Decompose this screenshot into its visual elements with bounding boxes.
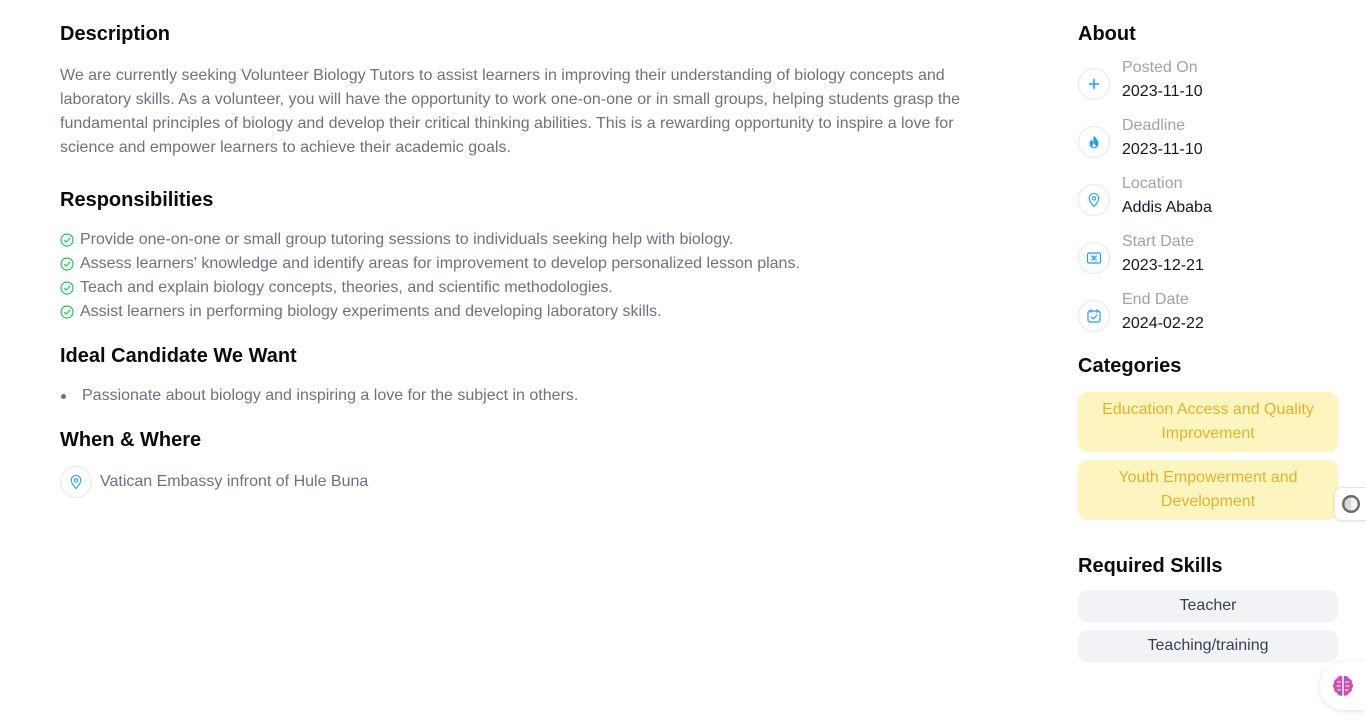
about-label: End Date — [1122, 291, 1189, 308]
about-value: 2023-11-10 — [1122, 141, 1203, 158]
check-circle-icon — [60, 233, 74, 247]
ideal-candidate-item: Passionate about biology and inspiring a… — [60, 384, 1000, 408]
about-label: Deadline — [1122, 117, 1186, 134]
skills-list: Teacher Teaching/training — [1078, 590, 1338, 662]
required-skills-heading: Required Skills — [1078, 555, 1223, 577]
ideal-candidate-list: Passionate about biology and inspiring a… — [60, 384, 1000, 408]
responsibility-text: Teach and explain biology concepts, theo… — [80, 279, 613, 296]
responsibilities-list: Provide one-on-one or small group tutori… — [60, 228, 1000, 324]
main-content: Description We are currently seeking Vol… — [60, 20, 1000, 498]
about-heading: About — [1078, 23, 1136, 45]
about-posted-on: Posted On 2023-11-10 — [1078, 56, 1338, 104]
calendar-check-icon — [1078, 300, 1110, 332]
responsibility-text: Assist learners in performing biology ex… — [80, 303, 662, 320]
map-pin-icon — [1078, 184, 1110, 216]
flame-icon — [1078, 126, 1110, 158]
about-value: 2023-12-21 — [1122, 257, 1204, 274]
skill-chip[interactable]: Teaching/training — [1078, 630, 1338, 662]
check-circle-icon — [60, 257, 74, 271]
bullet-dot — [61, 394, 66, 399]
plus-circle-icon — [1078, 68, 1110, 100]
responsibility-item: Assess learners' knowledge and identify … — [60, 252, 1000, 276]
about-label: Posted On — [1122, 59, 1198, 76]
categories-list: Education Access and Quality Improvement… — [1078, 392, 1338, 520]
when-where-heading: When & Where — [60, 429, 202, 451]
about-label: Start Date — [1122, 233, 1195, 250]
where-row: Vatican Embassy infront of Hule Buna — [60, 466, 1000, 498]
categories-heading: Categories — [1078, 355, 1182, 377]
description-text: We are currently seeking Volunteer Biolo… — [60, 67, 961, 156]
about-label: Location — [1122, 175, 1183, 192]
about-value: 2024-02-22 — [1122, 315, 1204, 332]
toggle-circle-icon — [1341, 495, 1360, 513]
category-chip[interactable]: Youth Empowerment and Development — [1078, 460, 1338, 520]
responsibility-item: Provide one-on-one or small group tutori… — [60, 228, 1000, 252]
about-value: 2023-11-10 — [1122, 83, 1203, 100]
check-circle-icon — [60, 281, 74, 295]
about-value: Addis Ababa — [1122, 199, 1212, 216]
responsibility-item: Assist learners in performing biology ex… — [60, 300, 1000, 324]
about-end-date: End Date 2024-02-22 — [1078, 288, 1338, 336]
about-deadline: Deadline 2023-11-10 — [1078, 114, 1338, 162]
ideal-candidate-heading: Ideal Candidate We Want — [60, 345, 297, 367]
about-location: Location Addis Ababa — [1078, 172, 1338, 220]
about-start-date: Start Date 2023-12-21 — [1078, 230, 1338, 278]
map-pin-icon — [60, 466, 92, 498]
responsibility-item: Teach and explain biology concepts, theo… — [60, 276, 1000, 300]
description-heading: Description — [60, 23, 171, 45]
brain-icon — [1333, 676, 1353, 696]
sidebar: About Posted On 2023-11-10 Deadline 2023… — [1078, 20, 1338, 670]
calendar-start-icon — [1078, 242, 1110, 274]
ai-assistant-button[interactable] — [1320, 662, 1366, 710]
category-chip[interactable]: Education Access and Quality Improvement — [1078, 392, 1338, 452]
responsibilities-heading: Responsibilities — [60, 189, 214, 211]
where-location-text: Vatican Embassy infront of Hule Buna — [100, 473, 369, 490]
skill-chip[interactable]: Teacher — [1078, 590, 1338, 622]
responsibility-text: Assess learners' knowledge and identify … — [80, 255, 800, 272]
check-circle-icon — [60, 305, 74, 319]
floating-toggle-button[interactable] — [1334, 487, 1366, 521]
responsibility-text: Provide one-on-one or small group tutori… — [80, 231, 734, 248]
ideal-candidate-text: Passionate about biology and inspiring a… — [82, 387, 579, 404]
